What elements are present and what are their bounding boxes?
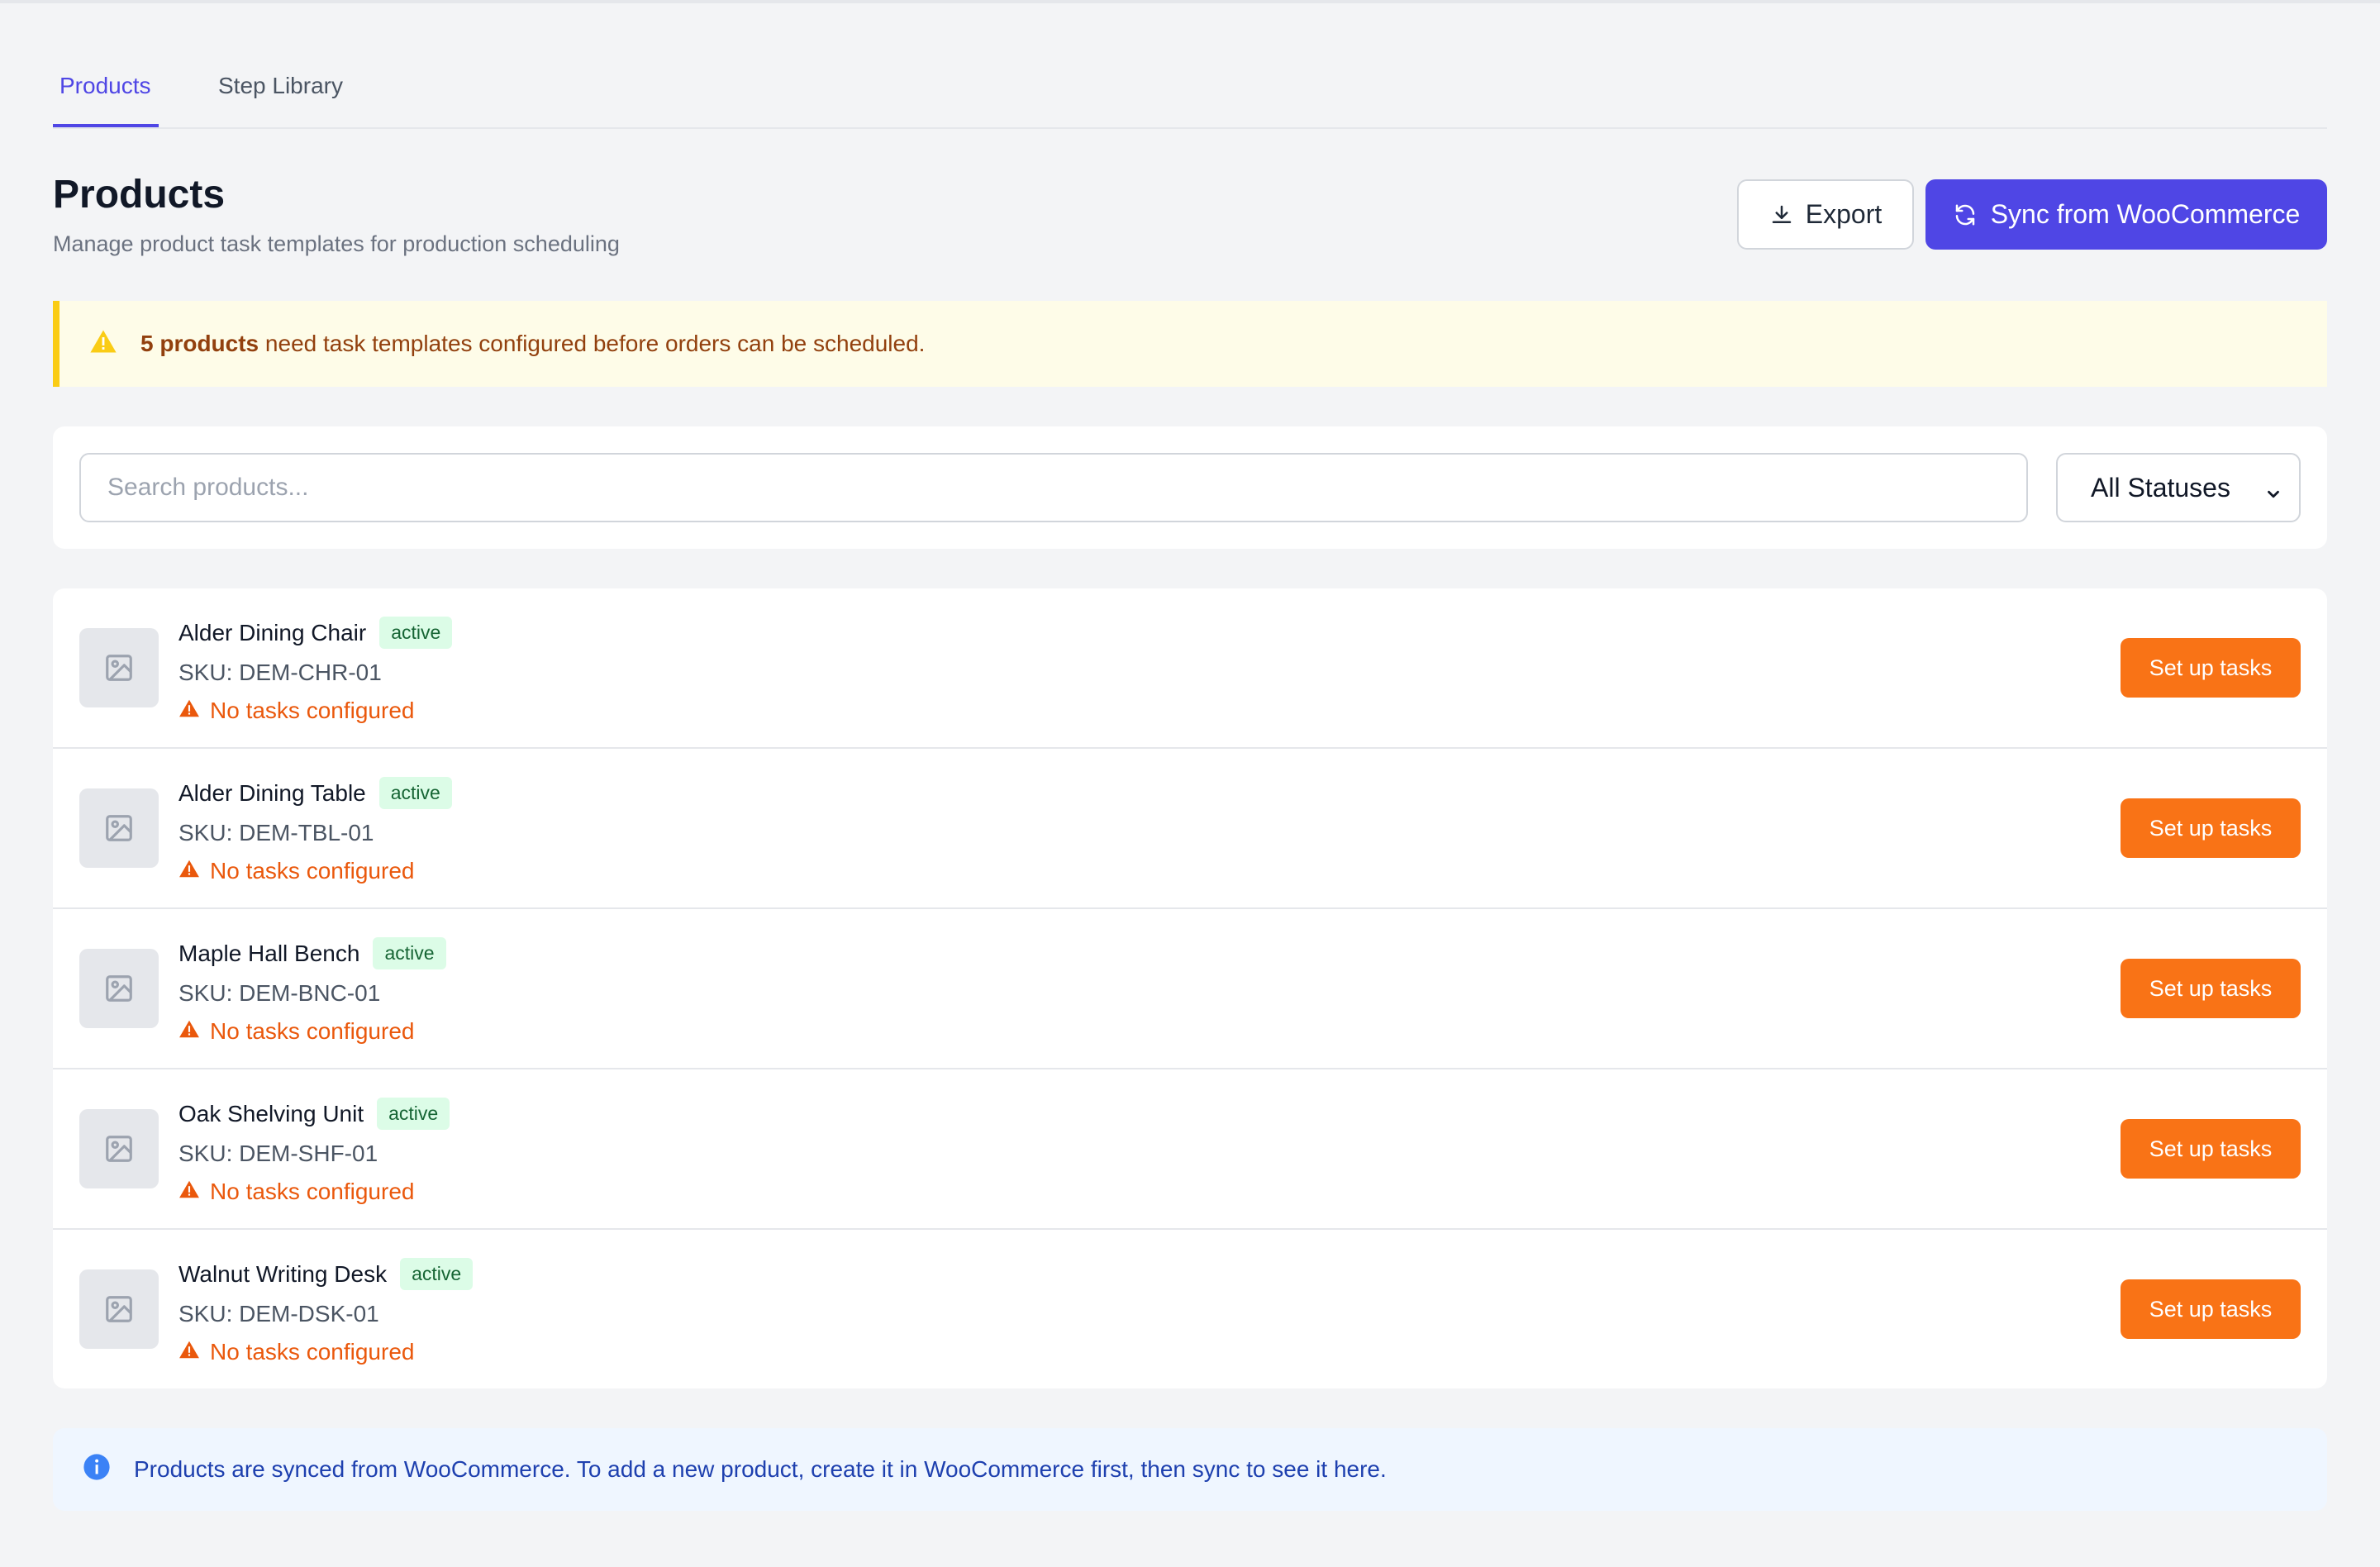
no-tasks-warning: No tasks configured [178, 698, 414, 724]
export-button[interactable]: Export [1737, 179, 1914, 250]
product-name-line: Oak Shelving Unit active [178, 1098, 450, 1130]
no-tasks-warning: No tasks configured [178, 1339, 414, 1365]
warning-triangle-icon [178, 1339, 200, 1365]
product-name[interactable]: Maple Hall Bench [178, 941, 359, 967]
no-tasks-warning: No tasks configured [178, 1018, 414, 1045]
product-sku: SKU: DEM-DSK-01 [178, 1301, 379, 1326]
export-label: Export [1805, 199, 1883, 229]
status-badge: active [400, 1258, 474, 1290]
sync-label: Sync from WooCommerce [1990, 199, 2301, 229]
image-placeholder-icon [79, 949, 159, 1028]
product-name[interactable]: Alder Dining Chair [178, 620, 366, 646]
page-title: Products [53, 173, 226, 217]
tab-products[interactable]: Products [60, 74, 151, 98]
refresh-icon [1953, 202, 1978, 227]
no-tasks-text: No tasks configured [210, 1018, 415, 1044]
status-select[interactable]: All Statuses [2056, 453, 2301, 522]
status-badge: active [373, 937, 446, 969]
status-badge: active [377, 1098, 450, 1130]
no-tasks-text: No tasks configured [210, 1339, 415, 1365]
set-up-tasks-button[interactable]: Set up tasks [2121, 1279, 2301, 1339]
warning-triangle-icon [178, 1179, 200, 1205]
no-tasks-text: No tasks configured [210, 1179, 415, 1204]
warning-triangle-icon [178, 1018, 200, 1045]
search-input[interactable] [79, 453, 2028, 522]
page-subtitle: Manage product task templates for produc… [53, 231, 620, 256]
tab-step-library[interactable]: Step Library [218, 74, 343, 98]
product-row: Walnut Writing Desk active SKU: DEM-DSK-… [53, 1230, 2327, 1388]
product-name[interactable]: Oak Shelving Unit [178, 1101, 364, 1127]
product-name-line: Maple Hall Bench active [178, 937, 446, 969]
product-row: Maple Hall Bench active SKU: DEM-BNC-01 … [53, 909, 2327, 1069]
product-list: Alder Dining Chair active SKU: DEM-CHR-0… [53, 588, 2327, 1388]
product-name[interactable]: Alder Dining Table [178, 780, 366, 807]
status-badge: active [379, 617, 453, 649]
warning-triangle-icon [178, 858, 200, 884]
set-up-tasks-button[interactable]: Set up tasks [2121, 1119, 2301, 1179]
image-placeholder-icon [79, 788, 159, 868]
sync-woocommerce-button[interactable]: Sync from WooCommerce [1925, 179, 2327, 250]
warning-count: 5 products [140, 331, 259, 356]
info-circle-icon [83, 1453, 111, 1487]
no-tasks-warning: No tasks configured [178, 1179, 414, 1205]
top-border [0, 0, 2380, 3]
warning-banner: 5 products need task templates configure… [53, 301, 2327, 387]
product-name[interactable]: Walnut Writing Desk [178, 1261, 387, 1288]
active-tab-indicator [53, 124, 159, 127]
status-select-value: All Statuses [2091, 472, 2230, 502]
product-name-line: Alder Dining Chair active [178, 617, 453, 649]
info-banner: Products are synced from WooCommerce. To… [53, 1428, 2327, 1511]
product-sku: SKU: DEM-BNC-01 [178, 980, 381, 1006]
product-row: Alder Dining Table active SKU: DEM-TBL-0… [53, 749, 2327, 909]
no-tasks-warning: No tasks configured [178, 858, 414, 884]
product-sku: SKU: DEM-SHF-01 [178, 1141, 378, 1166]
no-tasks-text: No tasks configured [210, 858, 415, 884]
status-badge: active [378, 777, 452, 809]
filter-card: All Statuses [53, 426, 2327, 549]
chevron-down-icon [2264, 479, 2282, 510]
download-icon [1769, 202, 1794, 227]
warning-message: need task templates configured before or… [259, 331, 926, 356]
warning-text: 5 products need task templates configure… [140, 331, 925, 357]
product-sku: SKU: DEM-TBL-01 [178, 820, 374, 845]
product-sku: SKU: DEM-CHR-01 [178, 660, 382, 685]
warning-triangle-icon [89, 329, 117, 360]
set-up-tasks-button[interactable]: Set up tasks [2121, 959, 2301, 1018]
product-row: Oak Shelving Unit active SKU: DEM-SHF-01… [53, 1069, 2327, 1230]
no-tasks-text: No tasks configured [210, 698, 415, 723]
product-row: Alder Dining Chair active SKU: DEM-CHR-0… [53, 588, 2327, 749]
image-placeholder-icon [79, 1109, 159, 1188]
image-placeholder-icon [79, 628, 159, 707]
image-placeholder-icon [79, 1269, 159, 1349]
tab-bar: Products Step Library [53, 58, 2327, 129]
product-name-line: Alder Dining Table active [178, 777, 452, 809]
set-up-tasks-button[interactable]: Set up tasks [2121, 638, 2301, 698]
info-text: Products are synced from WooCommerce. To… [134, 1456, 1387, 1482]
set-up-tasks-button[interactable]: Set up tasks [2121, 798, 2301, 858]
warning-triangle-icon [178, 698, 200, 724]
product-name-line: Walnut Writing Desk active [178, 1258, 474, 1290]
